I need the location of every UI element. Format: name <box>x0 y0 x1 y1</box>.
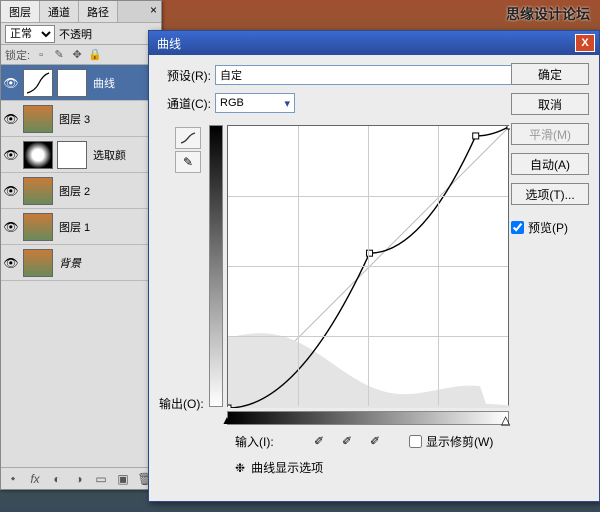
white-point-slider[interactable]: △ <box>501 413 510 427</box>
curves-dialog: 曲线 X 预设(R): 自定 ▾ ☰ 通道(C): RGB ▾ ✎ <box>148 30 600 502</box>
layer-name[interactable]: 图层 2 <box>59 183 161 199</box>
visibility-icon[interactable]: 👁 <box>1 76 21 90</box>
lock-all-icon[interactable]: 🔒 <box>88 48 102 62</box>
preset-label: 预设(R): <box>159 67 215 84</box>
panel-menu-icon[interactable]: × <box>146 1 161 22</box>
layer-mask-thumb[interactable] <box>57 141 87 169</box>
group-icon[interactable]: ▭ <box>93 471 109 487</box>
disclose-label: 曲线显示选项 <box>251 459 323 476</box>
visibility-icon[interactable]: 👁 <box>1 184 21 198</box>
options-button[interactable]: 选项(T)... <box>511 183 589 205</box>
curve-tool-point[interactable] <box>175 127 201 149</box>
lock-label: 锁定: <box>5 47 30 63</box>
blend-mode-select[interactable]: 正常 <box>5 25 55 43</box>
preview-label: 预览(P) <box>528 219 568 236</box>
lock-transparency-icon[interactable]: ▫ <box>34 48 48 62</box>
layer-name[interactable]: 图层 3 <box>59 111 161 127</box>
layers-panel-tabs: 图层 通道 路径 × <box>1 1 161 23</box>
show-clipping-checkbox[interactable]: 显示修剪(W) <box>409 433 493 450</box>
layer-thumb[interactable] <box>23 213 53 241</box>
watermark-text: 思缘设计论坛 <box>506 4 590 24</box>
layer-thumb[interactable] <box>23 177 53 205</box>
layer-name[interactable]: 图层 1 <box>59 219 161 235</box>
auto-button[interactable]: 自动(A) <box>511 153 589 175</box>
input-label: 输入(I): <box>235 433 274 450</box>
visibility-icon[interactable]: 👁 <box>1 112 21 126</box>
layer-row[interactable]: 👁 选取颜 <box>1 137 161 173</box>
tab-paths[interactable]: 路径 <box>79 1 118 22</box>
lock-paint-icon[interactable]: ✎ <box>52 48 66 62</box>
new-layer-icon[interactable]: ▣ <box>115 471 131 487</box>
curve-tool-pencil[interactable]: ✎ <box>175 151 201 173</box>
black-eyedropper-icon[interactable]: ✐ <box>309 431 329 451</box>
layers-panel-footer: ⬩ fx ◐ ◑ ▭ ▣ 🗑 <box>1 467 161 489</box>
layer-name[interactable]: 背景 <box>59 255 161 271</box>
layer-thumb[interactable] <box>23 249 53 277</box>
show-clipping-input[interactable] <box>409 435 422 448</box>
close-icon[interactable]: X <box>575 34 595 52</box>
input-gradient <box>227 411 509 425</box>
opacity-label: 不透明 <box>59 26 92 42</box>
layer-row[interactable]: 👁 图层 3 <box>1 101 161 137</box>
ok-button[interactable]: 确定 <box>511 63 589 85</box>
lock-position-icon[interactable]: ✥ <box>70 48 84 62</box>
white-eyedropper-icon[interactable]: ✐ <box>365 431 385 451</box>
channel-label: 通道(C): <box>159 95 215 112</box>
layer-row[interactable]: 👁 图层 1 <box>1 209 161 245</box>
mask-icon[interactable]: ◐ <box>49 471 65 487</box>
layers-panel: 图层 通道 路径 × 正常 不透明 锁定: ▫ ✎ ✥ 🔒 👁 曲线 👁 图层 … <box>0 0 162 490</box>
curves-graph[interactable] <box>227 125 509 407</box>
layers-list: 👁 曲线 👁 图层 3 👁 选取颜 👁 图层 2 👁 图层 1 👁 <box>1 65 161 467</box>
preview-checkbox[interactable]: 预览(P) <box>511 219 589 236</box>
layer-row[interactable]: 👁 图层 2 <box>1 173 161 209</box>
channel-select[interactable]: RGB ▾ <box>215 93 295 113</box>
channel-value: RGB <box>220 97 244 109</box>
tab-channels[interactable]: 通道 <box>40 1 79 22</box>
smooth-button: 平滑(M) <box>511 123 589 145</box>
disclosure-icon: ❉ <box>235 461 245 475</box>
layer-row[interactable]: 👁 曲线 <box>1 65 161 101</box>
layer-thumb-curves[interactable] <box>23 69 53 97</box>
curve-display-options[interactable]: ❉ 曲线显示选项 <box>235 459 323 476</box>
visibility-icon[interactable]: 👁 <box>1 220 21 234</box>
layer-thumb[interactable] <box>23 105 53 133</box>
cancel-button[interactable]: 取消 <box>511 93 589 115</box>
layer-mask-thumb[interactable] <box>57 69 87 97</box>
preview-input[interactable] <box>511 221 524 234</box>
adjustment-icon[interactable]: ◑ <box>71 471 87 487</box>
visibility-icon[interactable]: 👁 <box>1 256 21 270</box>
dialog-title: 曲线 <box>153 35 575 52</box>
show-clipping-label: 显示修剪(W) <box>426 433 493 450</box>
layer-thumb-adjust[interactable] <box>23 141 53 169</box>
chevron-down-icon: ▾ <box>284 97 290 110</box>
link-icon[interactable]: ⬩ <box>5 471 21 487</box>
tab-layers[interactable]: 图层 <box>1 1 40 22</box>
output-gradient <box>209 125 223 407</box>
visibility-icon[interactable]: 👁 <box>1 148 21 162</box>
gray-eyedropper-icon[interactable]: ✐ <box>337 431 357 451</box>
black-point-slider[interactable]: ▲ <box>221 413 233 427</box>
dialog-titlebar[interactable]: 曲线 X <box>149 31 599 55</box>
curve-line[interactable] <box>228 126 510 408</box>
layer-row[interactable]: 👁 背景 <box>1 245 161 281</box>
output-label: 输出(O): <box>159 395 204 412</box>
preset-value: 自定 <box>220 67 242 83</box>
fx-icon[interactable]: fx <box>27 471 43 487</box>
